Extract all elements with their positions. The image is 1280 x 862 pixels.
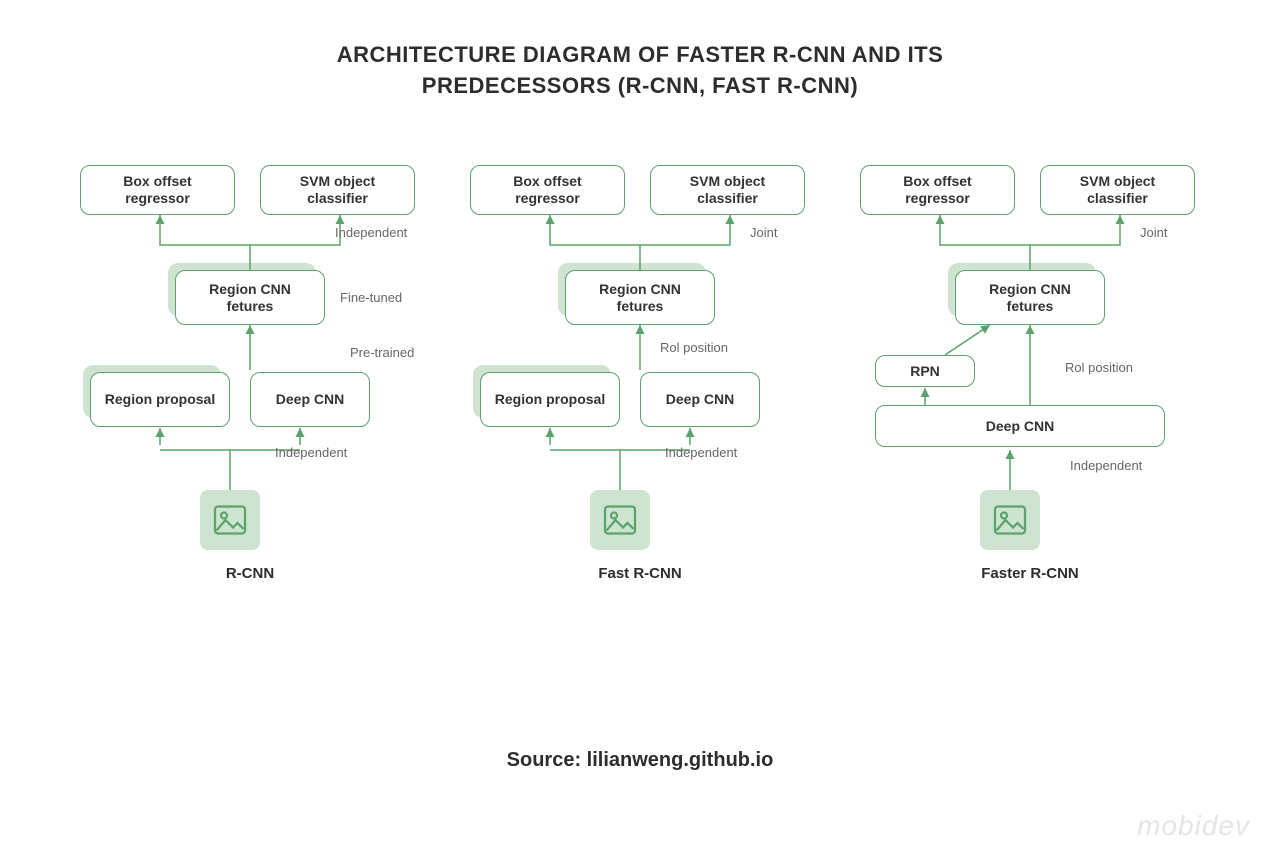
label: Region proposal bbox=[495, 391, 605, 408]
node-region-proposal: Region proposal bbox=[480, 372, 620, 427]
image-input-icon bbox=[980, 490, 1040, 550]
annot-joint: Joint bbox=[750, 225, 777, 240]
title-line-2: PREDECESSORS (R-CNN, FAST R-CNN) bbox=[422, 73, 858, 98]
annot-rol-position: Rol position bbox=[1065, 360, 1133, 375]
node-deep-cnn: Deep CNN bbox=[640, 372, 760, 427]
title-line-1: ARCHITECTURE DIAGRAM OF FASTER R-CNN AND… bbox=[337, 42, 944, 67]
label: Deep CNN bbox=[666, 391, 734, 408]
node-svm-classifier: SVM object classifier bbox=[650, 165, 805, 215]
column-faster-rcnn: Box offset regressor SVM object classifi… bbox=[840, 150, 1220, 690]
label: Deep CNN bbox=[986, 418, 1054, 435]
annot-rol-position: Rol position bbox=[660, 340, 728, 355]
label: Deep CNN bbox=[276, 391, 344, 408]
label: Box offset regressor bbox=[481, 173, 614, 207]
caption-rcnn: R-CNN bbox=[60, 565, 440, 582]
node-box-offset-regressor: Box offset regressor bbox=[470, 165, 625, 215]
watermark-logo: mobidev bbox=[1137, 810, 1250, 842]
label: Region CNN fetures bbox=[966, 281, 1094, 315]
node-deep-cnn: Deep CNN bbox=[875, 405, 1165, 447]
annot-joint: Joint bbox=[1140, 225, 1167, 240]
caption-fast-rcnn: Fast R-CNN bbox=[450, 565, 830, 582]
label: Region CNN fetures bbox=[576, 281, 704, 315]
label: Region CNN fetures bbox=[186, 281, 314, 315]
image-icon bbox=[212, 502, 248, 538]
image-input-icon bbox=[200, 490, 260, 550]
label: Box offset regressor bbox=[871, 173, 1004, 207]
node-box-offset-regressor: Box offset regressor bbox=[860, 165, 1015, 215]
diagram-title: ARCHITECTURE DIAGRAM OF FASTER R-CNN AND… bbox=[0, 0, 1280, 102]
node-region-cnn-features: Region CNN fetures bbox=[955, 270, 1105, 325]
column-rcnn: Box offset regressor SVM object classifi… bbox=[60, 150, 440, 690]
image-icon bbox=[602, 502, 638, 538]
source-attribution: Source: lilianweng.github.io bbox=[0, 749, 1280, 772]
annot-fine-tuned: Fine-tuned bbox=[340, 290, 402, 305]
caption-faster-rcnn: Faster R-CNN bbox=[840, 565, 1220, 582]
node-deep-cnn: Deep CNN bbox=[250, 372, 370, 427]
annot-independent: Independent bbox=[1070, 458, 1142, 473]
label: Box offset regressor bbox=[91, 173, 224, 207]
annot-independent: Independent bbox=[665, 445, 737, 460]
node-region-cnn-features: Region CNN fetures bbox=[565, 270, 715, 325]
image-icon bbox=[992, 502, 1028, 538]
annot-independent-top: Independent bbox=[335, 225, 407, 240]
label: RPN bbox=[910, 363, 940, 380]
node-box-offset-regressor: Box offset regressor bbox=[80, 165, 235, 215]
label: SVM object classifier bbox=[1051, 173, 1184, 207]
label: Region proposal bbox=[105, 391, 215, 408]
label: SVM object classifier bbox=[271, 173, 404, 207]
image-input-icon bbox=[590, 490, 650, 550]
node-region-cnn-features: Region CNN fetures bbox=[175, 270, 325, 325]
annot-independent-bottom: Independent bbox=[275, 445, 347, 460]
node-region-proposal: Region proposal bbox=[90, 372, 230, 427]
node-svm-classifier: SVM object classifier bbox=[260, 165, 415, 215]
node-rpn: RPN bbox=[875, 355, 975, 387]
column-fast-rcnn: Box offset regressor SVM object classifi… bbox=[450, 150, 830, 690]
label: SVM object classifier bbox=[661, 173, 794, 207]
diagram-area: Box offset regressor SVM object classifi… bbox=[0, 150, 1280, 690]
annot-pre-trained: Pre-trained bbox=[350, 345, 414, 360]
node-svm-classifier: SVM object classifier bbox=[1040, 165, 1195, 215]
